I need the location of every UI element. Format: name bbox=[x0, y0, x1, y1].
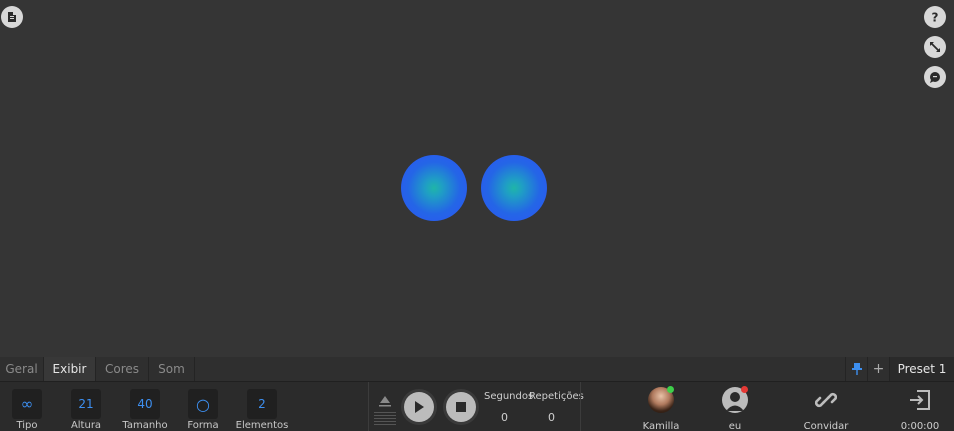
link-icon bbox=[815, 392, 837, 408]
help-icon: ? bbox=[932, 11, 939, 25]
plus-icon: + bbox=[872, 361, 885, 377]
param-altura-value[interactable]: 21 bbox=[71, 389, 101, 419]
exit-icon bbox=[910, 390, 930, 410]
param-tamanho[interactable]: 40 Tamanho bbox=[118, 386, 172, 431]
pin-button[interactable] bbox=[845, 357, 867, 381]
user-kamilla[interactable]: Kamilla bbox=[621, 384, 701, 431]
play-button[interactable] bbox=[404, 392, 434, 422]
user-eu[interactable]: eu bbox=[695, 384, 775, 431]
param-altura-label: Altura bbox=[70, 420, 102, 431]
divider bbox=[580, 382, 581, 431]
param-tipo-label: Tipo bbox=[16, 420, 38, 431]
seconds-label: Segundos bbox=[484, 391, 534, 402]
param-altura[interactable]: 21 Altura bbox=[59, 386, 113, 431]
eject-icon bbox=[374, 396, 396, 425]
status-offline-dot bbox=[741, 386, 748, 393]
settings-tab-bar: Geral Exibir Cores Som + Preset 1 bbox=[0, 357, 954, 381]
user-name: Kamilla bbox=[642, 421, 680, 431]
add-preset-button[interactable]: + bbox=[867, 357, 889, 381]
tab-exibir[interactable]: Exibir bbox=[44, 357, 96, 381]
session-timer: 0:00:00 bbox=[900, 421, 940, 431]
param-forma[interactable]: ○ Forma bbox=[176, 386, 230, 431]
param-elementos[interactable]: 2 Elementos bbox=[235, 386, 289, 431]
stop-icon bbox=[456, 402, 466, 412]
param-tipo[interactable]: ∞ Tipo bbox=[0, 386, 54, 431]
param-elementos-value[interactable]: 2 bbox=[247, 389, 277, 419]
param-elementos-label: Elementos bbox=[235, 420, 289, 431]
exit-session-button[interactable]: 0:00:00 bbox=[880, 384, 954, 431]
tab-som[interactable]: Som bbox=[149, 357, 195, 381]
stimulus-ball-2 bbox=[481, 155, 547, 221]
status-online-dot bbox=[667, 386, 674, 393]
repetitions-value: 0 bbox=[548, 411, 555, 424]
param-forma-value[interactable]: ○ bbox=[188, 389, 218, 419]
chat-button[interactable] bbox=[924, 66, 946, 88]
control-panel: ∞ Tipo 21 Altura 40 Tamanho ○ Forma 2 El… bbox=[0, 381, 954, 431]
tab-geral[interactable]: Geral bbox=[0, 357, 44, 381]
svg-text:?: ? bbox=[932, 11, 939, 25]
preset-selector[interactable]: Preset 1 bbox=[889, 357, 954, 381]
param-tamanho-value[interactable]: 40 bbox=[130, 389, 160, 419]
repetitions-label: Repetições bbox=[529, 391, 584, 402]
pin-icon bbox=[851, 363, 862, 375]
fullscreen-button[interactable] bbox=[924, 36, 946, 58]
chat-icon bbox=[930, 72, 940, 83]
stop-button[interactable] bbox=[446, 392, 476, 422]
divider bbox=[368, 382, 369, 431]
param-tipo-value[interactable]: ∞ bbox=[12, 389, 42, 419]
tab-cores[interactable]: Cores bbox=[96, 357, 149, 381]
fullscreen-icon bbox=[930, 42, 940, 52]
eject-button[interactable] bbox=[374, 395, 396, 427]
seconds-value: 0 bbox=[501, 411, 508, 424]
stimulus-ball-1 bbox=[401, 155, 467, 221]
param-tamanho-label: Tamanho bbox=[122, 420, 168, 431]
document-icon bbox=[8, 12, 16, 22]
play-icon bbox=[415, 401, 424, 413]
stimulus-stage: ? bbox=[0, 0, 954, 357]
user-name: eu bbox=[728, 421, 742, 431]
invite-client-button[interactable]: Convidar cliente bbox=[786, 384, 866, 431]
invite-client-label: Convidar cliente bbox=[803, 421, 849, 431]
document-button[interactable] bbox=[1, 6, 23, 28]
help-button[interactable]: ? bbox=[924, 6, 946, 28]
param-forma-label: Forma bbox=[187, 420, 219, 431]
